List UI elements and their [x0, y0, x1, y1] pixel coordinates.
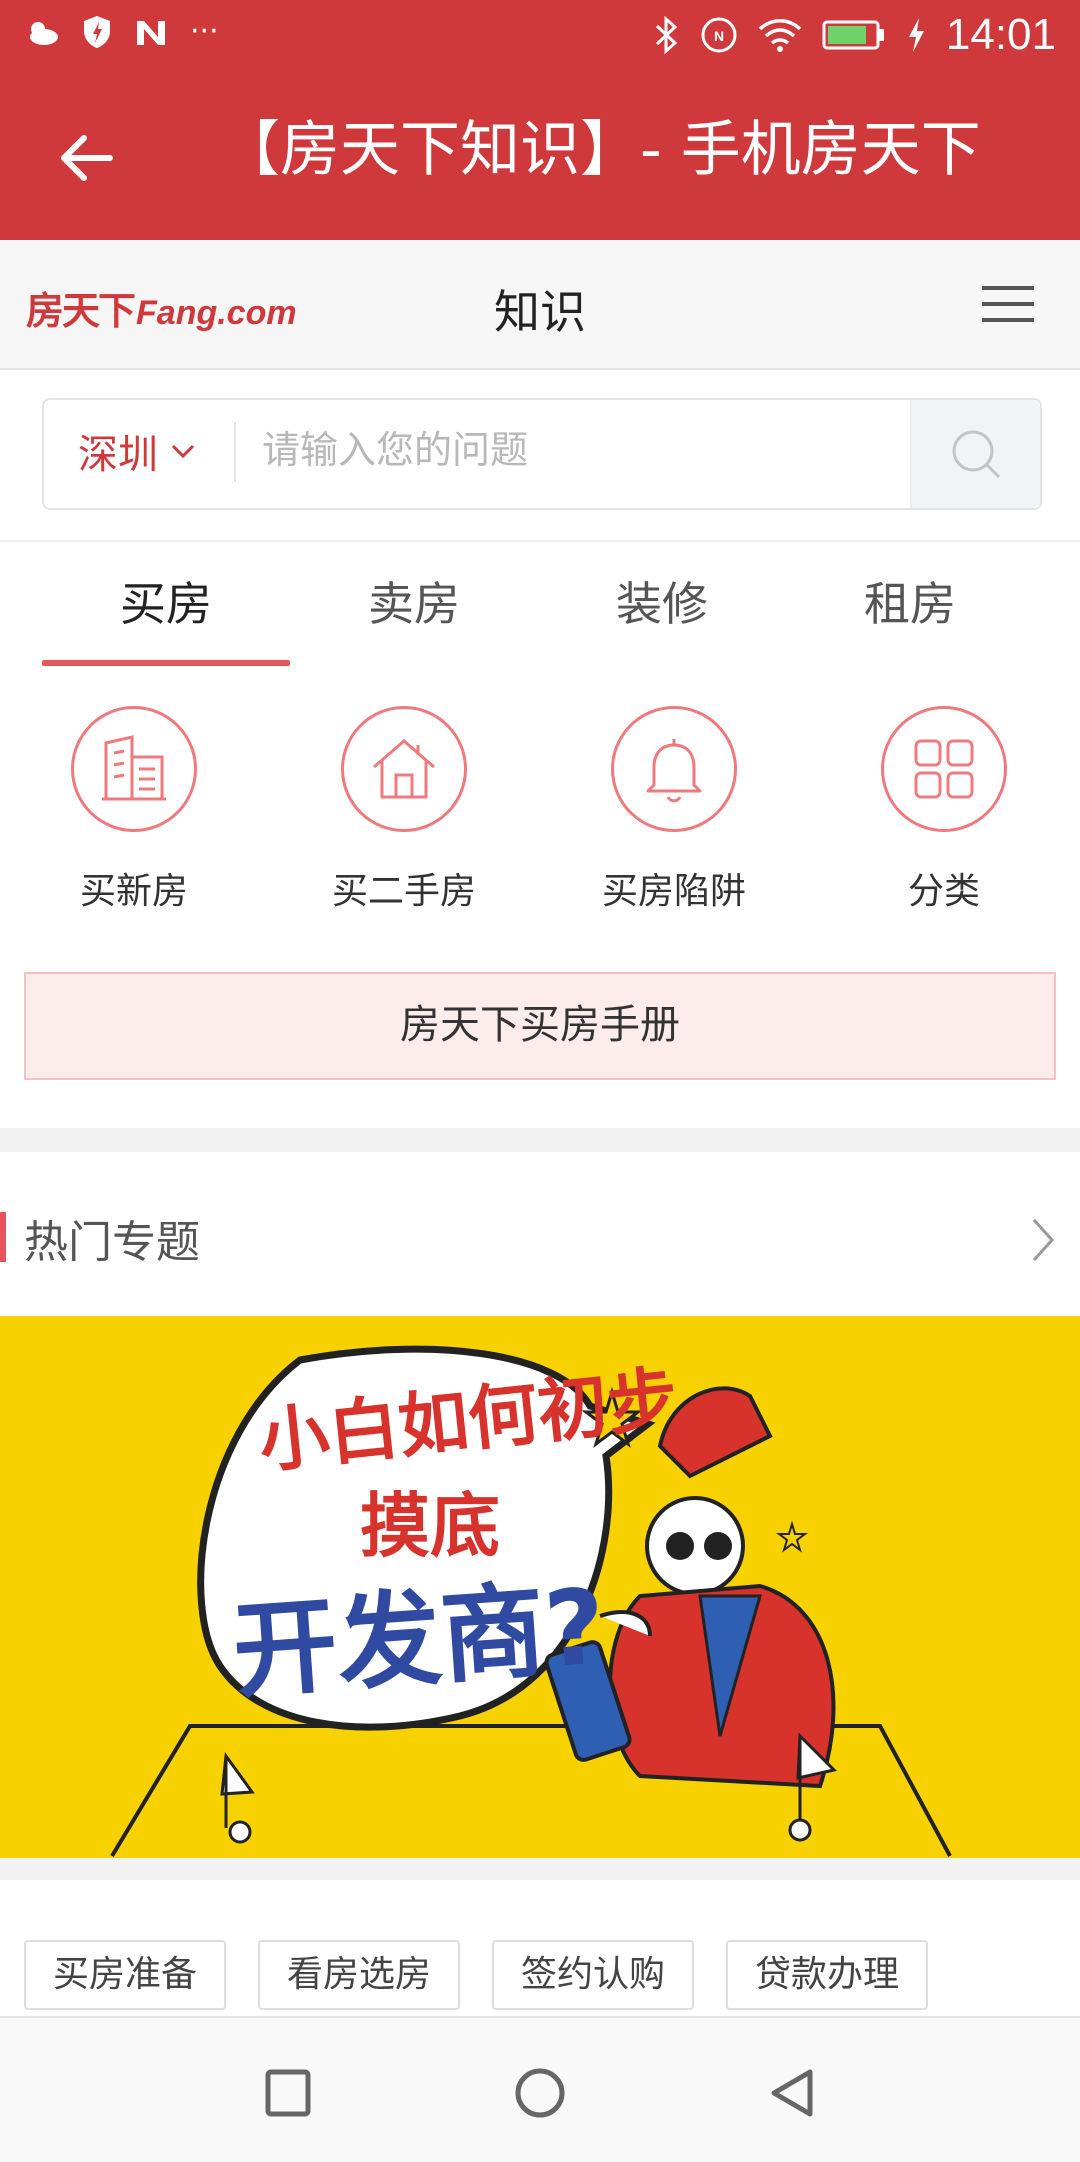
category-label: 买新房 [79, 871, 188, 912]
category-label: 买房陷阱 [601, 871, 746, 912]
tab-decorate[interactable]: 装修 [538, 568, 786, 634]
search-bar: 深圳 [42, 398, 1042, 510]
weather-icon [30, 21, 58, 45]
chevron-right-icon [1032, 1218, 1055, 1262]
home-circle-icon[interactable] [505, 2058, 575, 2128]
hot-topics-title: 热门专题 [24, 1217, 200, 1268]
banner-illustration: 小白如何初步 摸底 开发商? [110, 1345, 952, 1858]
search-icon [952, 430, 1001, 479]
banner-text-line3: 开发商? [229, 1565, 609, 1713]
shield-icon [84, 15, 110, 48]
chip-sign-subscribe[interactable]: 签约认购 [492, 1940, 694, 2010]
search-button[interactable] [910, 400, 1040, 508]
search-input[interactable] [262, 422, 882, 478]
category-label: 分类 [907, 871, 980, 912]
house-icon [373, 739, 435, 799]
svg-text:N: N [714, 28, 724, 44]
site-header: 房天下 Fang.com 知识 [0, 240, 1080, 370]
recent-apps-icon[interactable] [252, 2058, 322, 2128]
more-dots-icon: ··· [190, 14, 219, 49]
buildings-icon [102, 735, 166, 801]
back-triangle-icon[interactable] [758, 2058, 828, 2128]
charging-icon [908, 18, 924, 52]
system-nav-bar [0, 2016, 1080, 2162]
city-selector[interactable]: 深圳 [78, 422, 196, 480]
category-buy-second-hand[interactable]: 买二手房 [299, 706, 509, 914]
category-icon-ring [341, 706, 467, 832]
section-accent-bar [0, 1212, 6, 1262]
chip-prepare[interactable]: 买房准备 [24, 1940, 226, 2010]
category-all[interactable]: 分类 [839, 706, 1049, 914]
buying-handbook-button[interactable]: 房天下买房手册 [24, 972, 1056, 1080]
battery-icon [822, 20, 884, 50]
search-divider [234, 422, 236, 482]
tab-buy[interactable]: 买房 [42, 568, 290, 634]
hamburger-menu-icon[interactable] [980, 280, 1036, 328]
clock: 14:01 [945, 10, 1056, 59]
active-tab-indicator [42, 660, 290, 666]
category-buy-new[interactable]: 买新房 [29, 706, 239, 914]
wifi-icon [758, 19, 802, 52]
tab-sell[interactable]: 卖房 [290, 568, 538, 634]
back-arrow-icon[interactable] [52, 122, 124, 194]
category-icon-ring [71, 706, 197, 832]
page-title: 知识 [494, 285, 586, 339]
grid-icon [914, 739, 974, 799]
chip-loan[interactable]: 贷款办理 [726, 1940, 928, 2010]
banner-text-line2: 摸底 [360, 1485, 500, 1567]
bell-icon [646, 739, 702, 803]
category-label: 买二手房 [331, 871, 476, 912]
status-bar: ··· N 14:01 [0, 0, 1080, 72]
category-buy-traps[interactable]: 买房陷阱 [569, 706, 779, 914]
bluetooth-icon [655, 16, 678, 54]
city-label: 深圳 [78, 432, 158, 478]
tab-rent[interactable]: 租房 [786, 568, 1034, 634]
hot-topics-header[interactable]: 热门专题 [0, 1152, 1080, 1316]
section-divider [0, 1858, 1080, 1880]
chevron-down-icon [171, 444, 195, 459]
category-icon-ring [881, 706, 1007, 832]
app-bar-title: 【房天下知识】- 手机房天下 [220, 115, 981, 185]
app-bar: 【房天下知识】- 手机房天下 [0, 72, 1080, 240]
tab-bar: 买房 卖房 装修 租房 [0, 540, 1080, 668]
chip-view-select[interactable]: 看房选房 [258, 1940, 460, 2010]
hot-topic-banner[interactable]: 小白如何初步 摸底 开发商? [0, 1316, 1080, 1858]
category-icon-ring [611, 706, 737, 832]
nfc-icon: N [701, 17, 737, 53]
section-divider [0, 1128, 1080, 1152]
n-app-icon [137, 20, 165, 45]
